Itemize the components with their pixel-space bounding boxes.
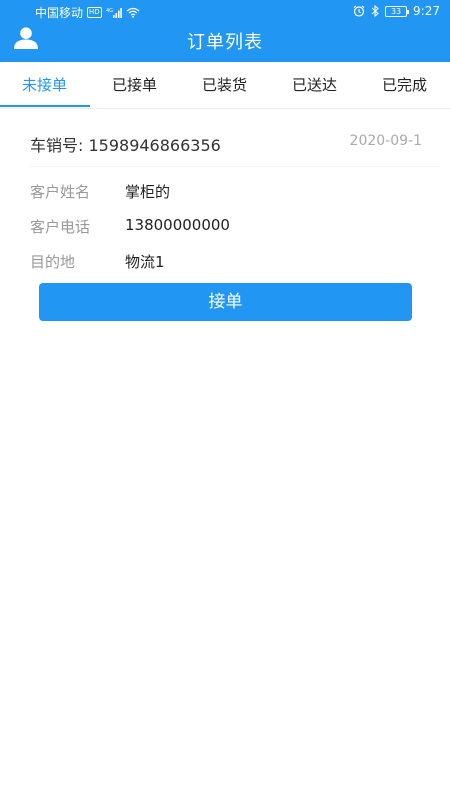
page-title: 订单列表 (187, 32, 263, 53)
clock: 9:27 (413, 4, 440, 18)
customer-name-value: 掌柜的 (125, 183, 171, 201)
tab-accepted[interactable]: 已接单 (112, 74, 157, 95)
carrier-label: 中国移动 (35, 6, 84, 20)
battery-icon: 33 (385, 5, 410, 17)
customer-phone-value: 13800000000 (125, 216, 230, 234)
order-date: 2020-09-1 (349, 133, 422, 149)
tab-unaccepted[interactable]: 未接单 (22, 74, 67, 95)
wifi-icon (126, 7, 140, 18)
app-header: 中国移动 HD 4G 33 9:27 订单列表 (0, 0, 450, 62)
active-tab-indicator (0, 105, 90, 107)
tab-delivered[interactable]: 已送达 (292, 74, 337, 95)
car-number: 车销号: 1598946866356 (30, 136, 221, 155)
tab-loaded[interactable]: 已装货 (202, 74, 247, 95)
bluetooth-icon (371, 5, 379, 17)
status-left: 中国移动 HD 4G (35, 4, 140, 21)
alarm-icon (353, 5, 365, 17)
battery-level: 33 (390, 6, 402, 16)
order-status-tabs: 未接单 已接单 已装货 已送达 已完成 (0, 62, 450, 109)
customer-phone-label: 客户电话 (30, 218, 91, 236)
destination-value: 物流1 (125, 253, 165, 271)
destination-label: 目的地 (30, 253, 76, 271)
customer-name-label: 客户姓名 (30, 183, 91, 201)
signal-icon: 4G (106, 7, 122, 18)
svg-text:4G: 4G (106, 8, 113, 14)
order-card-header: 车销号: 1598946866356 2020-09-1 (30, 130, 440, 167)
accept-order-button[interactable]: 接单 (39, 283, 412, 321)
status-bar: 中国移动 HD 4G 33 9:27 (0, 0, 450, 24)
status-right: 33 9:27 (353, 4, 440, 18)
tab-completed[interactable]: 已完成 (382, 74, 427, 95)
hd-badge: HD (87, 7, 102, 18)
